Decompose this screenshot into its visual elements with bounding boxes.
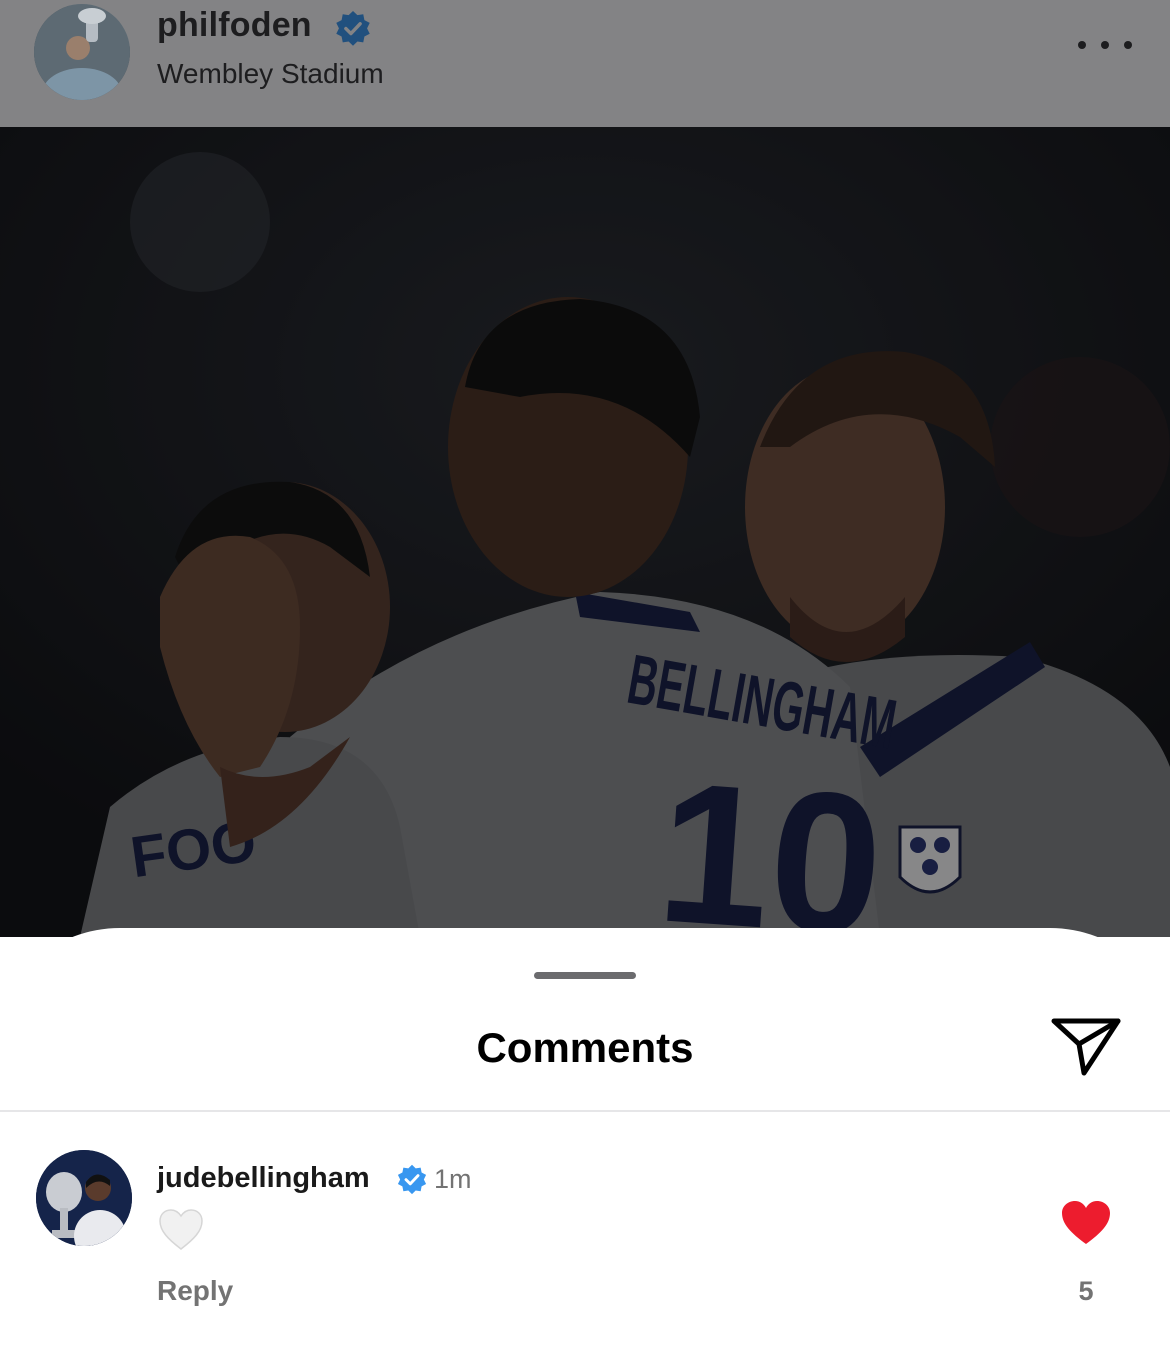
commenter-avatar[interactable]	[36, 1150, 132, 1246]
post-photo[interactable]: BELLINGHAM 10 FOO	[0, 127, 1170, 937]
reply-button[interactable]: Reply	[157, 1275, 233, 1307]
more-dot-icon	[1124, 41, 1132, 49]
commenter-username[interactable]: judebellingham	[157, 1162, 370, 1195]
like-count: 5	[1078, 1276, 1094, 1306]
sheet-divider	[0, 1110, 1170, 1112]
author-username[interactable]: philfoden	[157, 6, 312, 45]
more-dot-icon	[1101, 41, 1109, 49]
post-location[interactable]: Wembley Stadium	[157, 58, 384, 90]
verified-badge-icon	[397, 1164, 427, 1195]
author-avatar[interactable]	[34, 4, 130, 100]
sheet-grabber-handle[interactable]	[534, 972, 636, 979]
paper-plane-icon[interactable]	[1050, 1015, 1122, 1077]
post-header: philfoden Wembley Stadium	[0, 0, 1170, 127]
white-heart-emoji-icon	[159, 1209, 203, 1250]
comment-timestamp: 1m	[434, 1164, 472, 1194]
more-dot-icon	[1078, 41, 1086, 49]
heart-filled-icon[interactable]	[1060, 1200, 1112, 1246]
comments-title: Comments	[476, 1024, 694, 1071]
comments-sheet: Comments judebellingham 1m Reply 5	[0, 928, 1170, 1356]
verified-badge-icon	[336, 10, 370, 46]
more-options-button[interactable]	[1078, 30, 1132, 60]
